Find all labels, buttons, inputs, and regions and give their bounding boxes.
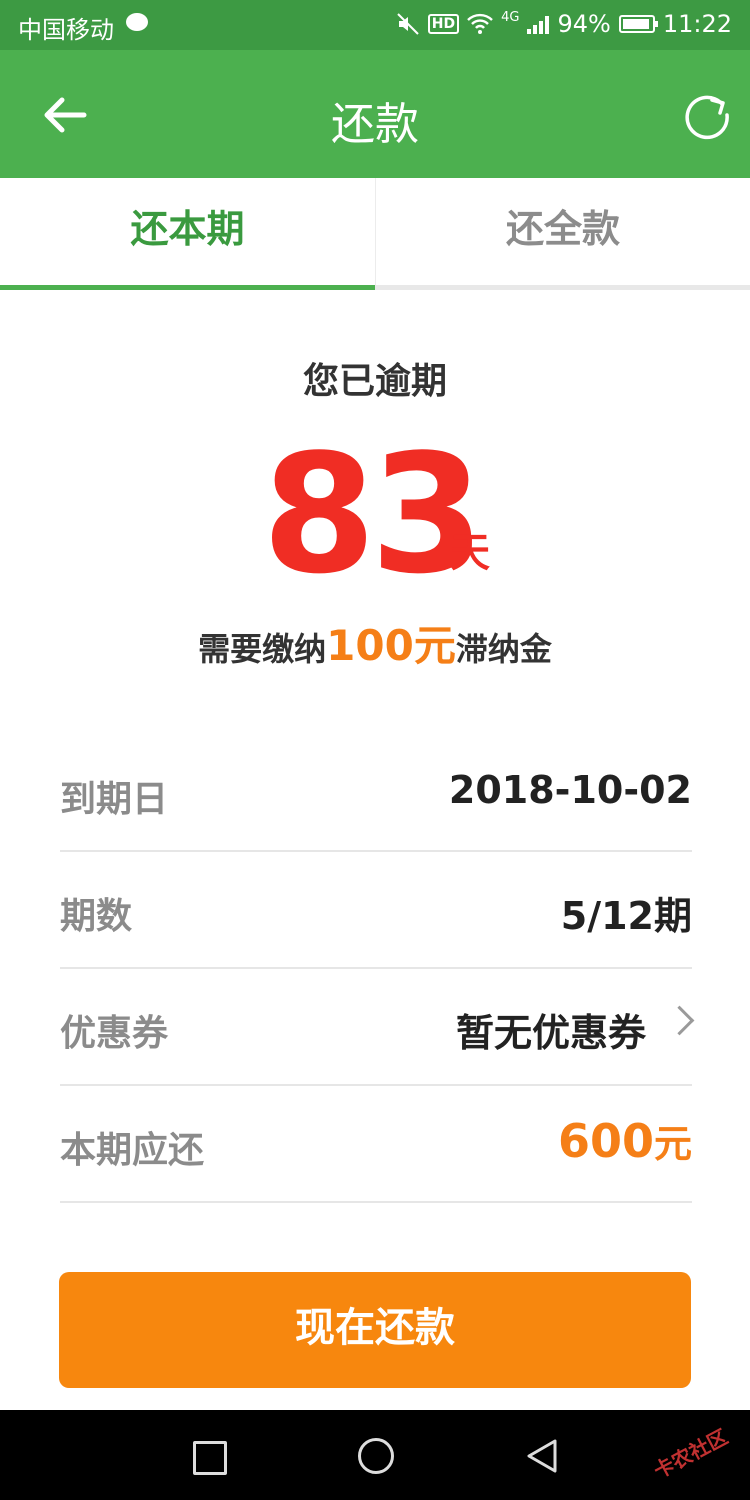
clock: 11:22 — [662, 10, 732, 38]
carrier-name: 中国移动 — [18, 16, 114, 44]
amount-due-value: 600元 — [558, 1113, 692, 1168]
system-nav-bar — [0, 1410, 750, 1500]
status-bar: 中国移动 HD 4G 94% 11:22 — [0, 0, 750, 50]
app-bar: 还款 — [0, 50, 750, 178]
refresh-icon[interactable] — [682, 90, 732, 140]
pay-now-button[interactable]: 现在还款 — [59, 1272, 691, 1388]
chevron-right-icon — [664, 1005, 695, 1036]
battery-icon — [618, 15, 658, 33]
amount-due-row: 本期应还 600元 — [60, 1085, 692, 1203]
late-fee-prefix: 需要缴纳 — [198, 630, 327, 668]
installment-row: 期数 5/12期 — [60, 851, 692, 969]
amount-due-unit: 元 — [653, 1122, 692, 1166]
amount-due-label: 本期应还 — [60, 1130, 205, 1171]
home-icon[interactable] — [358, 1438, 394, 1474]
due-date-label: 到期日 — [60, 779, 169, 820]
overdue-label: 您已逾期 — [302, 361, 447, 402]
hd-icon: HD — [427, 14, 460, 34]
overdue-days-unit: 天 — [450, 530, 490, 576]
installment-label: 期数 — [60, 896, 133, 937]
back-triangle-icon[interactable] — [525, 1438, 559, 1474]
tab-repay-full[interactable]: 还全款 — [375, 178, 750, 290]
amount-due-number: 600 — [557, 1114, 654, 1168]
repay-tabs: 还本期 还全款 — [0, 178, 750, 290]
late-fee-notice: 需要缴纳100元滞纳金 — [0, 612, 750, 673]
tab-repay-current[interactable]: 还本期 — [0, 178, 375, 290]
installment-value: 5/12期 — [560, 894, 692, 938]
coupon-label: 优惠券 — [60, 1013, 169, 1054]
wifi-icon — [467, 13, 493, 34]
signal-icon — [527, 14, 550, 34]
due-date-row: 到期日 2018-10-02 — [60, 734, 692, 852]
coupon-value: 暂无优惠券 — [455, 1011, 646, 1055]
mute-icon — [397, 13, 419, 35]
network-type: 4G — [501, 10, 520, 25]
late-fee-amount: 100元 — [326, 621, 456, 670]
coupon-row[interactable]: 优惠券 暂无优惠券 — [60, 968, 695, 1086]
status-icons: HD 4G 94% 11:22 — [396, 10, 732, 38]
late-fee-suffix: 滞纳金 — [455, 630, 552, 668]
due-date-value: 2018-10-02 — [448, 768, 692, 812]
active-tab-indicator — [0, 285, 375, 290]
battery-percent: 94% — [557, 10, 611, 38]
page-title: 还款 — [331, 99, 419, 150]
recents-icon[interactable] — [193, 1441, 227, 1475]
overdue-days: 83 — [262, 419, 484, 610]
message-bubble-icon — [126, 13, 148, 31]
